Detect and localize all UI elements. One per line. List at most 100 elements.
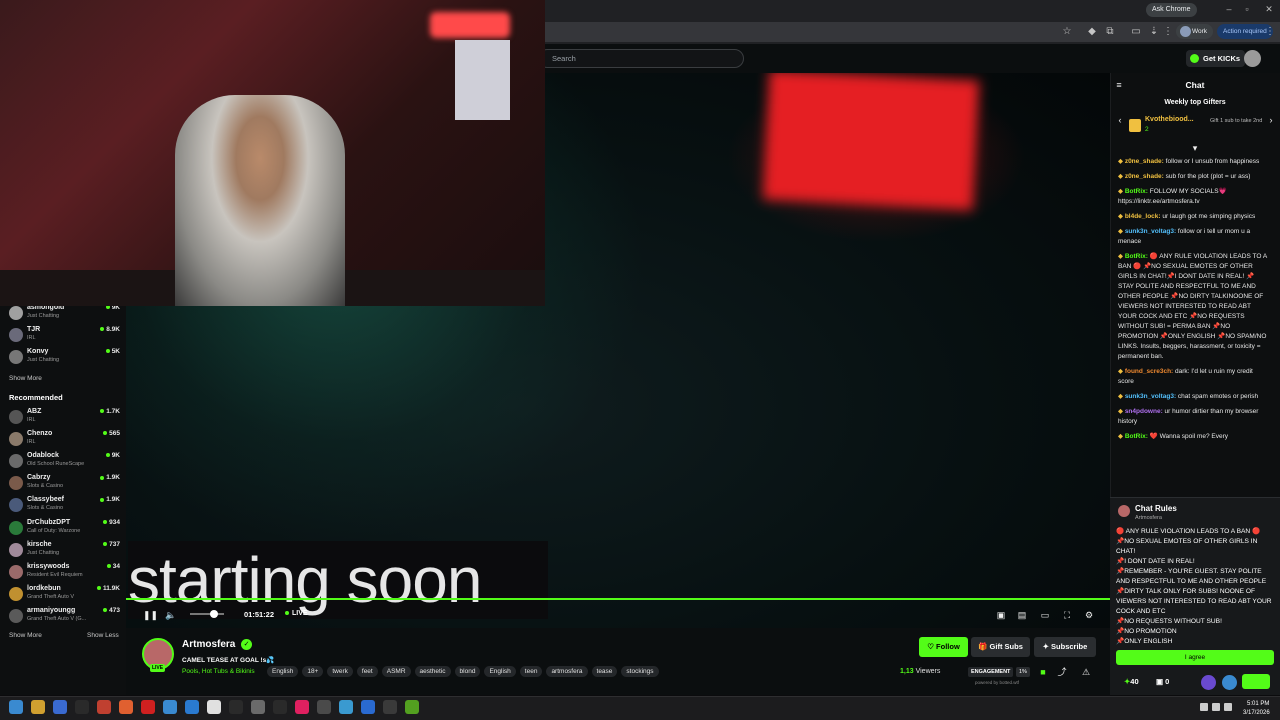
taskbar-game-icon[interactable] (317, 700, 331, 714)
gifter-name[interactable]: Kvothebiood... (1145, 116, 1194, 123)
chat-points[interactable]: ✦40 (1124, 677, 1139, 686)
sidebar-item-abz[interactable]: ABZ IRL 1.7K (6, 407, 122, 429)
sidebar-item-armaniyoungg[interactable]: armaniyoungg Grand Theft Auto V (G... 473 (6, 606, 122, 628)
tag-chip[interactable]: 18+ (302, 666, 324, 677)
tag-chip[interactable]: ASMR (381, 666, 411, 677)
picture-in-picture-icon[interactable]: ▣ (995, 609, 1007, 621)
tag-chip[interactable]: English (484, 666, 516, 677)
tray-volume-icon[interactable] (1212, 703, 1220, 711)
minimize-icon[interactable]: – (1222, 2, 1236, 16)
close-icon[interactable]: ✕ (1262, 2, 1276, 16)
gift-hint[interactable]: Gift 1 sub to take 2nd (1210, 118, 1265, 125)
taskbar-terminal-icon[interactable] (229, 700, 243, 714)
tray-wifi-icon[interactable] (1200, 703, 1208, 711)
taskbar-chrome-icon[interactable] (97, 700, 111, 714)
sidebar-item-kirsche[interactable]: kirsche Just Chatting 737 (6, 540, 122, 562)
taskbar-store-icon[interactable] (185, 700, 199, 714)
tag-chip[interactable]: stockings (621, 666, 659, 677)
maximize-icon[interactable]: ▫ (1240, 2, 1254, 16)
chat-username[interactable]: found_scre3ch: (1125, 368, 1173, 375)
emote-icon-1[interactable] (1201, 675, 1216, 690)
bookmark-star-icon[interactable]: ☆ (1059, 24, 1075, 40)
chat-username[interactable]: bl4de_lock: (1125, 213, 1161, 220)
puzzle-icon[interactable]: ⧉ (1102, 24, 1118, 40)
user-avatar[interactable] (1244, 50, 1261, 67)
taskbar-explorer-icon[interactable] (75, 700, 89, 714)
taskbar-opera-icon[interactable] (141, 700, 155, 714)
tray-battery-icon[interactable] (1224, 703, 1232, 711)
tag-chip[interactable]: English (267, 666, 299, 677)
sidebar-item-odablock[interactable]: Odablock Old School RuneScape 9K (6, 451, 122, 473)
taskbar-copilot-icon[interactable] (31, 700, 45, 714)
volume-knob[interactable] (210, 610, 218, 618)
report-icon[interactable]: ⚠ (1080, 666, 1092, 678)
gift-subs-button[interactable]: 🎁 Gift Subs (971, 637, 1030, 657)
chat-gifts[interactable]: ▣ 0 (1156, 677, 1169, 686)
share-icon[interactable]: ⤴ (1056, 666, 1068, 678)
pin-icon[interactable]: ▾ (1189, 142, 1201, 154)
chat-username[interactable]: z0ne_shade: (1125, 173, 1164, 180)
tag-chip[interactable]: feet (356, 666, 378, 677)
chat-username[interactable]: BotRix: (1125, 433, 1148, 440)
streamer-name[interactable]: Artmosfera (182, 639, 235, 650)
menu-icon[interactable]: ⋮ (1160, 24, 1176, 40)
emote-icon-2[interactable] (1222, 675, 1237, 690)
taskbar-github-icon[interactable] (273, 700, 287, 714)
taskbar-tiktok-icon[interactable] (295, 700, 309, 714)
taskbar-files-icon[interactable] (207, 700, 221, 714)
volume-icon[interactable]: 🔈 (165, 609, 177, 621)
taskbar-edge-icon[interactable] (163, 700, 177, 714)
taskbar-app-icon[interactable] (339, 700, 353, 714)
clip-icon[interactable]: ▭ (1039, 609, 1051, 621)
fullscreen-icon[interactable]: ⛶ (1061, 609, 1073, 621)
live-indicator[interactable]: LIVE (285, 610, 308, 617)
theater-mode-icon[interactable]: ▤ (1016, 609, 1028, 621)
send-button[interactable] (1242, 674, 1270, 689)
chat-username[interactable]: z0ne_shade: (1125, 158, 1164, 165)
sidebar-item-tjr[interactable]: TJR IRL 8.9K (6, 325, 122, 347)
more-icon[interactable]: ⋮ (1262, 24, 1278, 40)
taskbar-start-icon[interactable] (9, 700, 23, 714)
follow-button[interactable]: ♡ Follow (919, 637, 968, 657)
chat-username[interactable]: BotRix: (1125, 188, 1148, 195)
chat-username[interactable]: BotRix: (1125, 253, 1148, 260)
taskbar-settings-icon[interactable] (251, 700, 265, 714)
clock-date[interactable]: 3/17/2026 (1243, 710, 1270, 716)
tag-chip[interactable]: artmosfera (546, 666, 588, 677)
volume-slider[interactable] (190, 613, 224, 615)
chat-username[interactable]: sunk3n_voltag3: (1125, 228, 1176, 235)
sidebar-item-drchubzdpt[interactable]: DrChubzDPT Call of Duty: Warzone 934 (6, 518, 122, 540)
chevron-left-icon[interactable]: ‹ (1114, 114, 1126, 126)
clock-time[interactable]: 5:01 PM (1247, 701, 1269, 707)
tag-chip[interactable]: twerk (327, 666, 353, 677)
subscribe-button[interactable]: ✦ Subscribe (1034, 637, 1096, 657)
pause-icon[interactable]: ❚❚ (143, 609, 158, 621)
chat-username[interactable]: sn4pdowne: (1125, 408, 1163, 415)
tag-chip[interactable]: teen (519, 666, 543, 677)
agree-button[interactable]: I agree (1116, 650, 1274, 665)
sidebar-item-lordkebun[interactable]: lordkebun Grand Theft Auto V 11.9K (6, 584, 122, 606)
stream-category[interactable]: Pools, Hot Tubs & Bikinis (182, 668, 255, 675)
sidebar-item-classybeef[interactable]: Classybeef Slots & Casino 1.9K (6, 495, 122, 517)
taskbar-widgets-icon[interactable] (53, 700, 67, 714)
sidebar-item-konvy[interactable]: Konvy Just Chatting 5K (6, 347, 122, 369)
taskbar-firefox-icon[interactable] (119, 700, 133, 714)
tag-chip[interactable]: blond (454, 666, 481, 677)
sidebar-item-chenzo[interactable]: Chenzo IRL 565 (6, 429, 122, 451)
cast-icon[interactable]: ▭ (1128, 24, 1144, 40)
ask-chrome-button[interactable]: Ask Chrome (1146, 3, 1197, 17)
sidebar-item-asmongold[interactable]: asmongold Just Chatting 9K (6, 303, 122, 325)
show-less-button[interactable]: Show Less (87, 632, 119, 639)
taskbar-minecraft-icon[interactable] (405, 700, 419, 714)
show-more-button[interactable]: Show More (9, 632, 42, 639)
taskbar-notes-icon[interactable] (383, 700, 397, 714)
search-input[interactable]: Search (538, 49, 744, 68)
extension-icon[interactable]: ◆ (1084, 24, 1100, 40)
show-more-following[interactable]: Show More (9, 375, 42, 382)
chevron-right-icon[interactable]: › (1265, 114, 1277, 126)
settings-icon[interactable]: ⚙ (1083, 609, 1095, 621)
taskbar-photos-icon[interactable] (361, 700, 375, 714)
chat-username[interactable]: sunk3n_voltag3: (1125, 393, 1176, 400)
tag-chip[interactable]: aesthetic (414, 666, 451, 677)
tag-chip[interactable]: tease (591, 666, 618, 677)
